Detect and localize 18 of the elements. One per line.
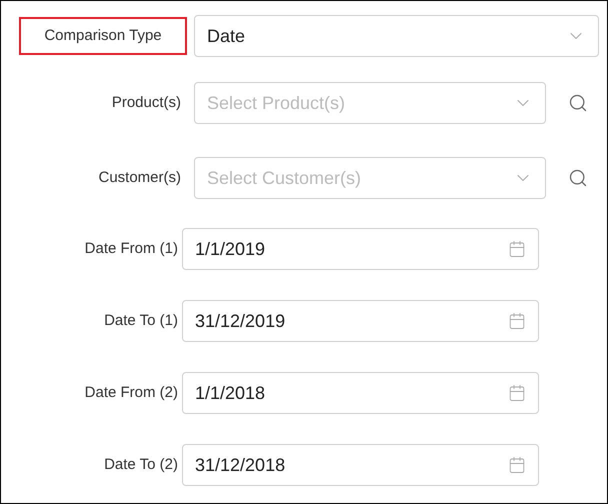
field-label: Customer(s) [97,168,181,188]
calendar-icon[interactable] [508,456,526,474]
calendar-icon[interactable] [508,384,526,402]
date-field[interactable]: 1/1/2019 [182,228,539,270]
date-field[interactable]: 31/12/2018 [182,444,539,486]
calendar-icon[interactable] [508,240,526,258]
comparison-type-dropdown[interactable]: Date [194,15,599,57]
search-icon[interactable] [568,93,588,113]
date-field[interactable]: 31/12/2019 [182,300,539,342]
date-field[interactable]: 1/1/2018 [182,372,539,414]
field-label: Product(s) [110,92,181,113]
field-label: Date To (1) [103,310,178,331]
calendar-icon[interactable] [508,312,526,330]
field-label: Date To (2) [103,454,178,475]
field-label: Comparison Type [19,17,187,55]
field-label: Date From (1) [84,238,178,259]
search-icon[interactable] [568,168,588,188]
field-label: Date From (2) [84,382,178,403]
